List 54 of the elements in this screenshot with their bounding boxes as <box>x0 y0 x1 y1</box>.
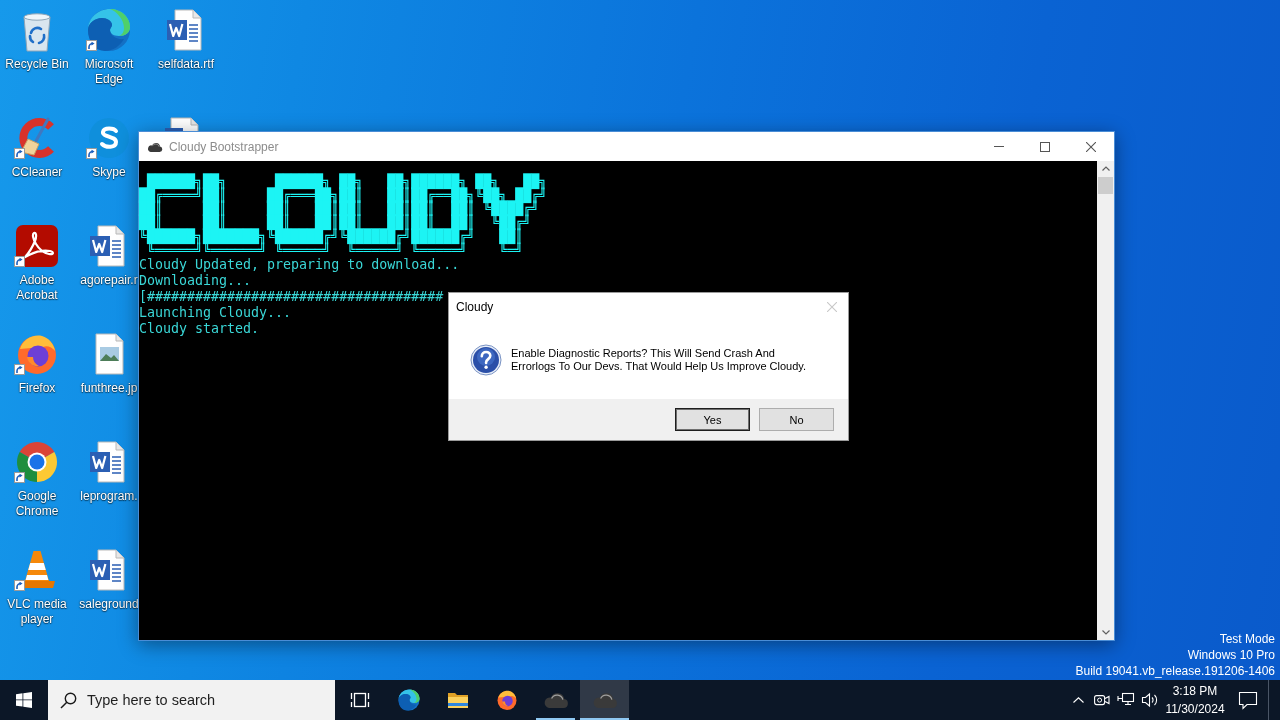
desktop-icon[interactable]: Adobe Acrobat <box>0 216 74 303</box>
scroll-down-icon[interactable] <box>1101 630 1110 635</box>
dialog-button[interactable]: No <box>759 408 834 431</box>
desktop-icon[interactable]: Microsoft Edge <box>74 0 144 87</box>
taskbar-app-button[interactable] <box>580 680 629 720</box>
dialog-message: Enable Diagnostic Reports? This Will Send Crash And Errorlogs To Our Devs. That Would Help Us Improve Cloudy. <box>511 347 808 373</box>
scrollbar-thumb[interactable] <box>1098 177 1113 194</box>
desktop-icon[interactable]: Skype <box>85 108 133 180</box>
edge-icon <box>396 688 421 712</box>
chevron-up-icon[interactable] <box>1072 697 1084 703</box>
console-line: Downloading... <box>139 273 252 290</box>
scroll-up-icon[interactable] <box>1101 166 1110 171</box>
speaker-icon[interactable] <box>1141 692 1159 708</box>
desktop-icon[interactable]: agorepair.r <box>80 216 138 288</box>
question-icon <box>470 344 502 376</box>
dialog-button[interactable]: Yes <box>675 408 750 431</box>
minimize-icon <box>994 146 1004 147</box>
cloud-icon <box>591 691 618 709</box>
windows-logo-icon <box>16 692 32 708</box>
desktop-icon[interactable]: funthree.jp <box>80 324 138 396</box>
notification-icon[interactable] <box>1238 690 1258 710</box>
search-field[interactable]: Type here to search <box>48 680 335 720</box>
cloud-icon <box>542 691 569 709</box>
desktop-icon[interactable]: leprogram. <box>80 432 138 504</box>
system-notice-text: Windows 10 Pro <box>1187 647 1275 663</box>
clock-time[interactable]: 3:18 PM <box>1172 682 1218 700</box>
desktop-icon[interactable]: Firefox <box>13 324 61 396</box>
camera-icon[interactable] <box>1094 693 1110 707</box>
acrobat-icon <box>13 222 61 270</box>
edge-icon <box>85 6 133 54</box>
desktop-icon[interactable]: CCleaner <box>11 108 63 180</box>
dialog-title: Cloudy <box>456 300 494 314</box>
search-icon <box>60 692 77 709</box>
console-line: [##################################### <box>139 289 444 306</box>
desktop-icon[interactable]: selfdata.rtf <box>158 0 214 72</box>
desktop-icon[interactable]: Recycle Bin <box>5 0 69 72</box>
desktop-icon[interactable]: Google Chrome <box>0 432 74 519</box>
system-notice-text: Test Mode <box>1219 631 1275 647</box>
console-line: Cloudy started. <box>139 321 260 338</box>
scrollbar[interactable] <box>1097 161 1114 640</box>
cloud-icon <box>147 140 163 153</box>
desktop-icon[interactable]: VLC media player <box>0 540 74 627</box>
task-view-icon <box>349 691 370 709</box>
desktop-icon[interactable]: saleground <box>79 540 139 612</box>
close-icon <box>1086 141 1096 152</box>
console-line: Launching Cloudy... <box>139 305 292 322</box>
window-title: Cloudy Bootstrapper <box>169 139 279 154</box>
ascii-art-title: ██████╗██╗ ██████╗ ██╗ ██╗██████╗ ██╗ ██╗ ██╔════╝██║ ██╔═══██╗██║ ██║██╔══██╗╚██╗ ██╔╝ ██║ ██║ ██║ ██║██║ ██║██║ ██║ ╚████╔╝ ██║ ██║ ██║ ██║██║ ██║██║ ██║ ╚██╔╝ ╚██████╗███████╗╚██████╔╝╚██████╔╝██████╔╝ ██║ ╚═════╝╚══════╝ ╚═════╝ ╚═════╝ ╚═════╝ ╚═╝ <box>139 175 548 258</box>
maximize-icon <box>1040 141 1050 152</box>
network-icon[interactable] <box>1117 692 1135 708</box>
close-icon <box>827 302 837 312</box>
system-notice-text: Build 19041.vb_release.191206-1406 <box>1075 663 1275 679</box>
console-line: Cloudy Updated, preparing to download... <box>139 257 460 274</box>
clock-date[interactable]: 11/30/2024 <box>1165 700 1225 718</box>
